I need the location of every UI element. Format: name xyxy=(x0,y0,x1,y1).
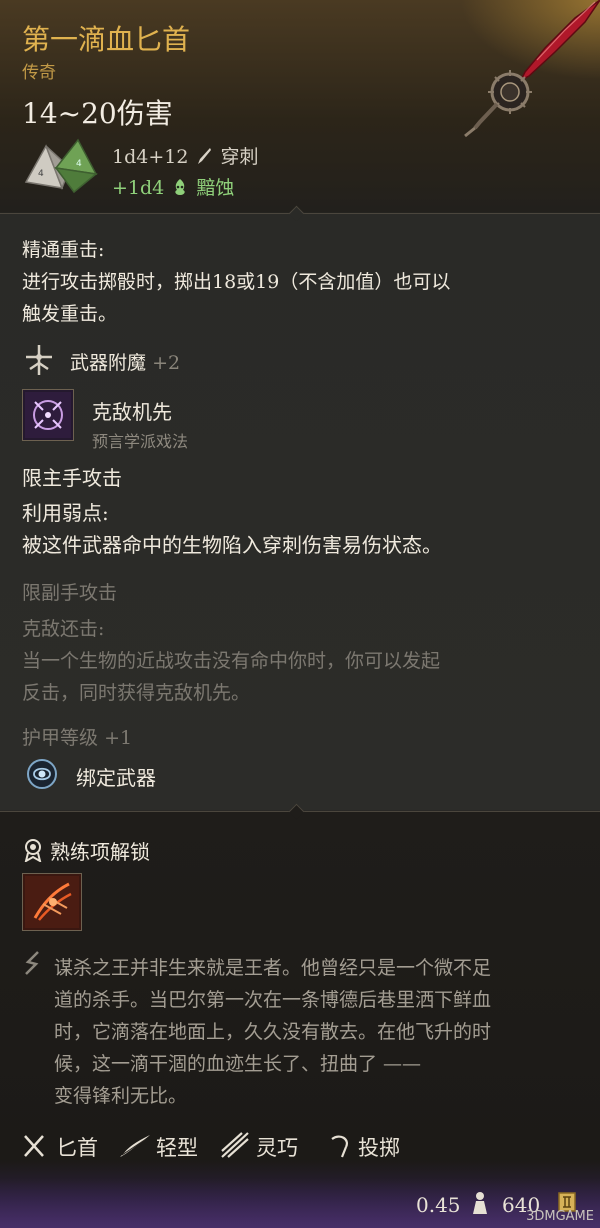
finesse-icon xyxy=(221,1132,249,1158)
thrown-icon xyxy=(331,1135,348,1158)
tag-thrown: 投掷 xyxy=(358,1136,400,1160)
lore-icon xyxy=(25,951,39,975)
proficiency-action-icon[interactable] xyxy=(22,873,82,931)
lore-line2: 道的杀手。当巴尔第一次在一条博德后巷里洒下鲜血 xyxy=(54,989,492,1011)
dice-icon: 4 4 xyxy=(24,138,98,194)
spell-icon[interactable] xyxy=(22,389,74,441)
off-hand-desc-line2: 反击，同时获得克敌机先。 xyxy=(22,682,251,704)
off-hand-feature-title: 克敌还击: xyxy=(22,618,105,640)
lore-line1: 谋杀之王并非生来就是王者。他曾经只是一个微不足 xyxy=(54,957,492,979)
spell-name: 克敌机先 xyxy=(92,400,172,424)
lore-line4: 候，这一滴干涸的血迹生长了、扭曲了 —— xyxy=(54,1053,422,1075)
necrotic-icon xyxy=(175,179,185,195)
lore-line5: 变得锋利无比。 xyxy=(54,1085,188,1107)
enchant-value: +2 xyxy=(152,352,181,374)
bonus-dice: +1d4 xyxy=(112,177,165,199)
off-hand-heading: 限副手攻击 xyxy=(22,582,118,604)
true-strike-icon xyxy=(25,392,71,438)
slash-action-icon xyxy=(25,876,79,928)
lore-line3: 时，它滴落在地面上，久久没有散去。在他飞升的时 xyxy=(54,1021,492,1043)
armor-class-row: 护甲等级 +1 xyxy=(22,723,132,750)
item-rarity: 传奇 xyxy=(22,63,56,83)
tag-finesse: 灵巧 xyxy=(256,1136,298,1160)
crit-desc-line1: 进行攻击掷骰时，掷出18或19（不含加值）也可以 xyxy=(22,271,451,293)
crit-title: 精通重击: xyxy=(22,239,105,261)
spell-school: 预言学派戏法 xyxy=(92,432,189,451)
dagger-type-icon xyxy=(24,1135,44,1157)
item-name: 第一滴血匕首 xyxy=(22,23,191,56)
watermark: 3DMGAME xyxy=(526,1209,594,1224)
item-weight: 0.45 xyxy=(416,1193,461,1217)
light-feather-icon xyxy=(120,1135,150,1157)
crit-desc-line2: 触发重击。 xyxy=(22,303,118,325)
bonus-row: +1d4 黯蚀 xyxy=(112,173,234,200)
main-hand-feature-desc: 被这件武器命中的生物陷入穿刺伤害易伤状态。 xyxy=(22,533,442,557)
piercing-icon xyxy=(198,148,212,164)
enchant-label: 武器附魔 xyxy=(70,352,147,374)
main-hand-heading: 限主手攻击 xyxy=(22,466,122,490)
damage-range: 14~20伤害 xyxy=(22,97,173,130)
pact-weapon-icon xyxy=(27,759,57,789)
weight-icon xyxy=(473,1192,487,1214)
enchant-row: 武器附魔 +2 xyxy=(70,348,180,375)
off-hand-desc-line1: 当一个生物的近战攻击没有命中你时，你可以发起 xyxy=(22,650,441,672)
armor-class-label: 护甲等级 xyxy=(22,727,99,749)
main-hand-feature-title: 利用弱点: xyxy=(22,501,109,525)
armor-class-value: +1 xyxy=(104,727,133,749)
dagger-image xyxy=(464,0,600,138)
proficiency-label: 熟练项解锁 xyxy=(50,840,150,864)
tag-dagger: 匕首 xyxy=(56,1136,98,1160)
svg-text:4: 4 xyxy=(76,159,82,169)
dice-row: 1d4+12 穿刺 xyxy=(112,142,259,169)
divider-notch-2 xyxy=(288,803,305,820)
damage-type: 穿刺 xyxy=(220,146,259,168)
enchant-icon xyxy=(26,345,52,375)
proficiency-icon xyxy=(24,839,42,862)
divider-notch xyxy=(288,205,305,222)
item-tooltip: 第一滴血匕首 传奇 14~20伤害 4 4 1d4+12 穿刺 +1d4 黯蚀 … xyxy=(0,0,600,1228)
bonus-type: 黯蚀 xyxy=(196,177,235,199)
bind-weapon-label: 绑定武器 xyxy=(76,766,156,790)
svg-text:4: 4 xyxy=(38,169,44,179)
tag-light: 轻型 xyxy=(156,1136,198,1160)
dice-value: 1d4+12 xyxy=(112,146,189,168)
